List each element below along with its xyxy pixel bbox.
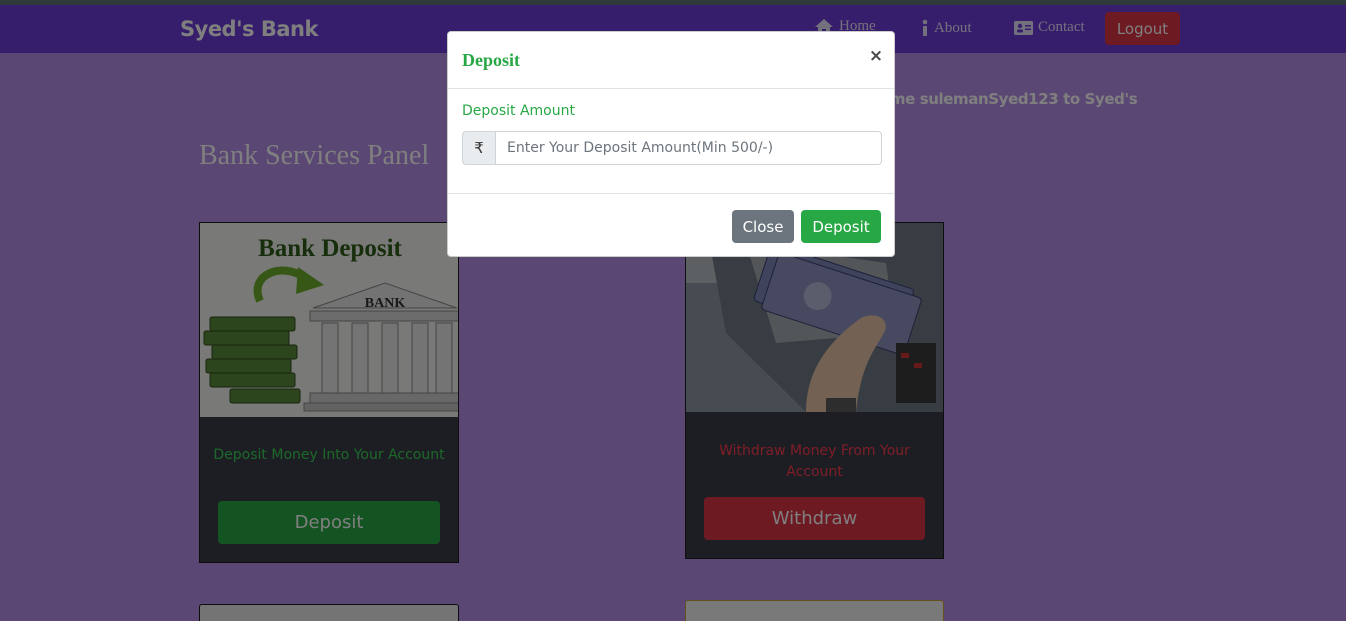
modal-header: Deposit ×	[448, 32, 894, 89]
rupee-icon: ₹	[462, 131, 495, 165]
deposit-amount-input[interactable]	[495, 131, 882, 165]
close-icon[interactable]: ×	[867, 45, 885, 67]
deposit-amount-group: ₹	[462, 131, 882, 165]
modal-footer: Close Deposit	[448, 193, 894, 257]
close-button[interactable]: Close	[732, 210, 794, 243]
deposit-modal: Deposit × Deposit Amount ₹ Close Deposit	[447, 31, 895, 257]
deposit-amount-label: Deposit Amount	[462, 103, 575, 119]
deposit-submit-button[interactable]: Deposit	[801, 210, 881, 243]
modal-title: Deposit	[462, 50, 520, 70]
